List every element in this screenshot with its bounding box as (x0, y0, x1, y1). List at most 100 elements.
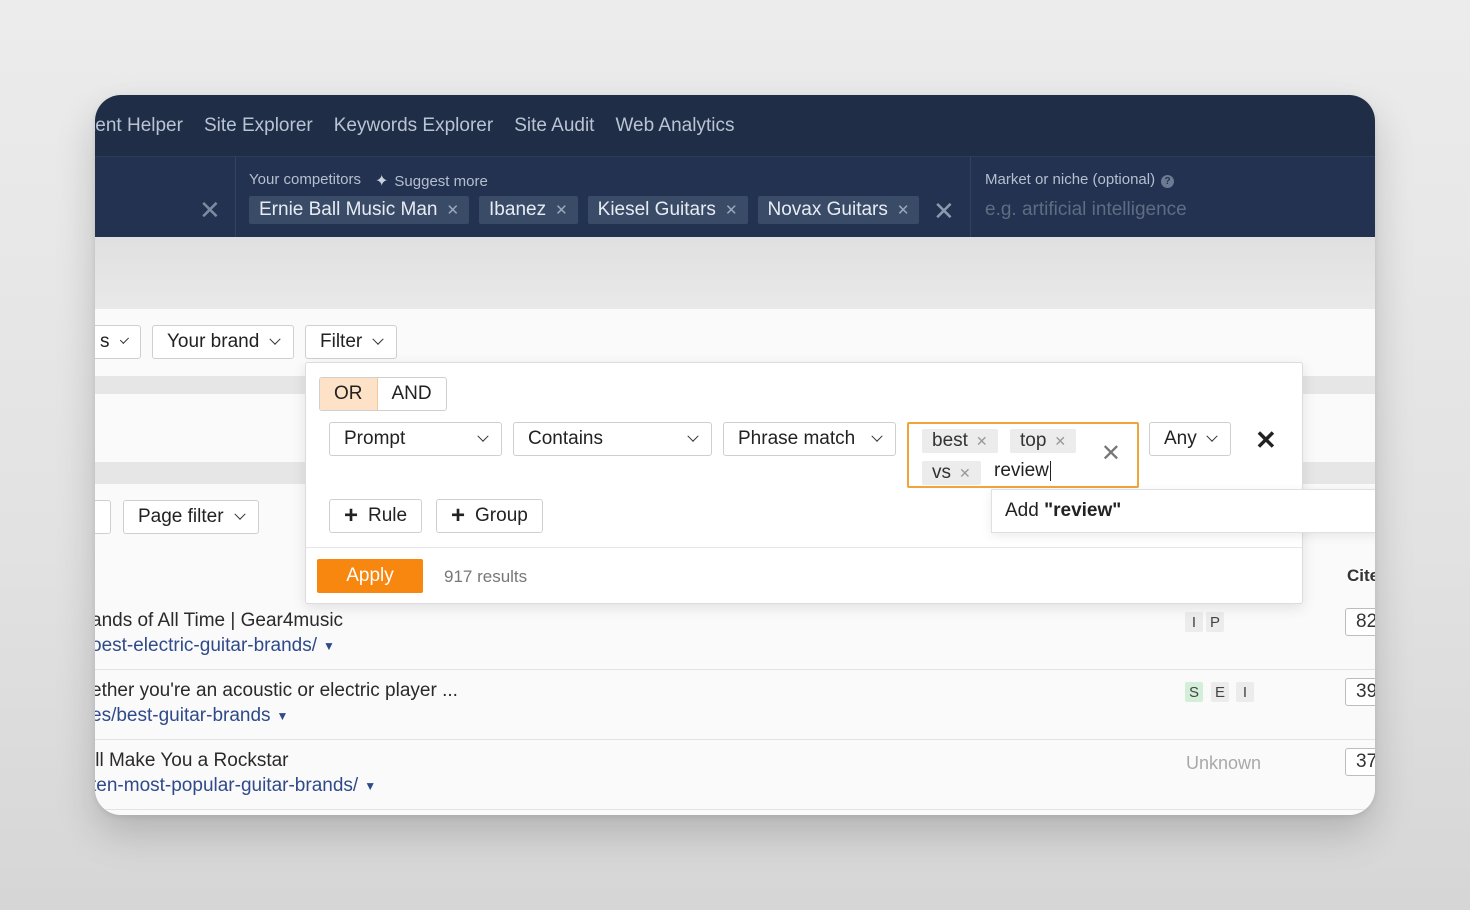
competitor-bar: ✕ Your competitors ✦ Suggest more Ernie … (95, 157, 1375, 237)
field-select-value: Prompt (344, 428, 406, 449)
logic-toggle: OR AND (319, 377, 447, 411)
operator-select-value: Contains (528, 428, 603, 449)
market-input[interactable] (985, 195, 1245, 225)
your-brand-label: Your brand (167, 331, 260, 352)
competitor-chips: Ernie Ball Music Man ✕ Ibanez ✕ Kiesel Gui… (249, 196, 920, 224)
add-group-label: Group (475, 505, 528, 526)
row-url-text: es/best-guitar-brands (95, 705, 271, 726)
clear-competitors-icon[interactable]: ✕ (933, 198, 955, 224)
column-header-cite[interactable]: Cite (1347, 566, 1375, 586)
filter-dropdown[interactable]: Filter (305, 325, 398, 359)
remove-chip-icon[interactable]: ✕ (446, 201, 459, 219)
field-select[interactable]: Prompt (329, 422, 502, 456)
intent-unknown: Unknown (1186, 753, 1262, 773)
value-box: 37 (1345, 748, 1375, 776)
add-rule-label: Rule (368, 505, 408, 526)
chip-label: Novax Guitars (767, 199, 888, 220)
caret-down-icon: ▼ (364, 778, 377, 793)
remove-tag-icon[interactable]: ✕ (959, 465, 971, 482)
keyword-tag-input[interactable]: best ✕ top ✕ vs ✕ review ✕ (907, 422, 1139, 488)
chip-label: Kiesel Guitars (597, 199, 716, 220)
competitors-label: Your competitors (249, 171, 362, 188)
plus-icon: + (451, 502, 466, 529)
add-suggestion-item[interactable]: Add "review" (991, 489, 1375, 533)
remove-chip-icon[interactable]: ✕ (555, 201, 568, 219)
help-icon[interactable]: ? (1161, 175, 1175, 188)
suggest-more-label: Suggest more (394, 172, 488, 190)
caret-down-icon: ▼ (322, 638, 335, 653)
match-select[interactable]: Phrase match (723, 422, 896, 456)
chevron-down-icon (871, 430, 883, 442)
and-toggle[interactable]: AND (378, 378, 446, 410)
nav-keywords-explorer[interactable]: Keywords Explorer (334, 115, 493, 137)
row-url-text: oest-electric-guitar-brands/ (95, 635, 317, 656)
remove-rule-icon[interactable]: ✕ (1255, 427, 1277, 453)
divider (970, 157, 971, 237)
market-label-text: Market or niche (optional) (985, 171, 1156, 188)
add-group-button[interactable]: + Group (436, 499, 543, 533)
typed-text[interactable]: review (994, 460, 1051, 482)
your-brand-dropdown[interactable]: Your brand (152, 325, 295, 359)
partial-button[interactable] (95, 500, 111, 534)
divider (235, 157, 236, 237)
competitor-chip: Kiesel Guitars ✕ (587, 196, 748, 224)
intent-badge: S (1185, 682, 1204, 702)
header-band (95, 237, 1375, 309)
filter-popup: OR AND Prompt Contains Phrase match best… (305, 362, 1303, 604)
plus-icon: + (344, 502, 359, 529)
market-label: Market or niche (optional)? (985, 171, 1175, 188)
nav-site-audit[interactable]: Site Audit (514, 115, 594, 137)
chevron-down-icon (1206, 430, 1218, 442)
value-box: 82 (1345, 608, 1375, 636)
nav-content-helper[interactable]: tent Helper (95, 115, 183, 137)
clear-tags-icon[interactable]: ✕ (1101, 442, 1121, 466)
or-toggle[interactable]: OR (320, 378, 378, 410)
intent-badge: E (1211, 682, 1230, 702)
nav-web-analytics[interactable]: Web Analytics (615, 115, 734, 137)
keyword-tag: best ✕ (922, 429, 998, 453)
top-nav: tent Helper Site Explorer Keywords Explo… (95, 95, 1375, 157)
operator-select[interactable]: Contains (513, 422, 712, 456)
app-window: tent Helper Site Explorer Keywords Explo… (95, 95, 1375, 815)
remove-tag-icon[interactable]: ✕ (976, 433, 988, 450)
page-filter-dropdown[interactable]: Page filter (123, 500, 259, 534)
partial-dropdown[interactable]: s (95, 325, 141, 359)
remove-tag-icon[interactable]: ✕ (1054, 433, 1066, 450)
suggestion-value: "review" (1044, 500, 1122, 521)
apply-button[interactable]: Apply (317, 559, 423, 593)
row-url-text: ten-most-popular-guitar-brands/ (95, 775, 359, 796)
intent-badge: I (1236, 682, 1254, 702)
table-row: ands of All Time | Gear4music oest-elect… (95, 600, 1375, 670)
row-url[interactable]: ten-most-popular-guitar-brands/ ▼ (95, 775, 376, 797)
clear-brand-icon[interactable]: ✕ (199, 197, 221, 223)
remove-chip-icon[interactable]: ✕ (897, 201, 910, 219)
chevron-down-icon (687, 430, 699, 442)
chevron-down-icon (372, 333, 384, 345)
row-url[interactable]: es/best-guitar-brands ▼ (95, 705, 288, 727)
table-row: ether you're an acoustic or electric pla… (95, 670, 1375, 740)
any-select[interactable]: Any (1149, 422, 1231, 456)
competitor-chip: Novax Guitars ✕ (757, 196, 920, 224)
row-title[interactable]: ands of All Time | Gear4music (95, 610, 343, 632)
keyword-tag: vs ✕ (922, 461, 981, 485)
chevron-down-icon (119, 334, 129, 344)
text-caret (1049, 460, 1051, 481)
row-title[interactable]: ill Make You a Rockstar (95, 750, 289, 772)
value-box: 39 (1345, 678, 1375, 706)
typed-value: review (994, 460, 1049, 481)
chevron-down-icon (233, 508, 246, 520)
tag-label: best (932, 430, 968, 451)
chevron-down-icon (477, 430, 489, 442)
row-url[interactable]: oest-electric-guitar-brands/ ▼ (95, 635, 335, 657)
nav-site-explorer[interactable]: Site Explorer (204, 115, 313, 137)
chip-label: Ernie Ball Music Man (259, 199, 438, 220)
match-select-value: Phrase match (738, 428, 856, 449)
partial-dropdown-label: s (100, 331, 110, 352)
add-rule-button[interactable]: + Rule (329, 499, 423, 533)
suggest-more-button[interactable]: ✦ Suggest more (375, 171, 488, 191)
keyword-tag: top ✕ (1010, 429, 1077, 453)
intent-badge: I (1185, 612, 1203, 632)
row-title[interactable]: ether you're an acoustic or electric pla… (95, 680, 458, 702)
sparkle-icon: ✦ (375, 173, 389, 190)
remove-chip-icon[interactable]: ✕ (725, 201, 738, 219)
